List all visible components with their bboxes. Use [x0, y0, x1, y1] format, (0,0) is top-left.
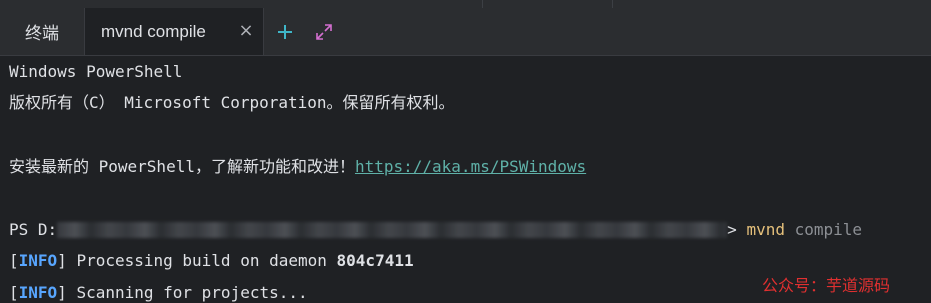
daemon-id: 804c7411	[336, 251, 414, 270]
processing-text: Processing build on daemon	[76, 251, 337, 270]
tab-mvnd-compile[interactable]: mvnd compile ×	[84, 8, 264, 55]
terminal-line-copyright: 版权所有（C） Microsoft Corporation。保留所有权利。	[9, 93, 455, 112]
top-strip	[0, 0, 931, 8]
tab-bar: 终端 mvnd compile ×	[0, 8, 931, 56]
terminal-line-processing: [INFO] Processing build on daemon 804c74…	[9, 251, 414, 270]
redacted-path	[57, 222, 728, 238]
terminal-line-install: 安装最新的 PowerShell，了解新功能和改进！https://aka.ms…	[9, 156, 586, 178]
command-name: mvnd	[746, 220, 785, 239]
tab-terminal-title[interactable]: 终端	[0, 8, 84, 55]
terminal-line-scanning: [INFO] Scanning for projects...	[9, 283, 308, 302]
terminal-output[interactable]: Windows PowerShell 版权所有（C） Microsoft Cor…	[0, 56, 931, 303]
scanning-text: Scanning for projects...	[76, 283, 308, 302]
info-tag: INFO	[18, 251, 58, 270]
command-arg: compile	[794, 220, 863, 239]
prompt-suffix: >	[727, 220, 747, 239]
info-tag: INFO	[18, 283, 58, 302]
close-icon[interactable]: ×	[235, 20, 257, 42]
watermark: 公众号：芋道源码	[762, 276, 891, 295]
install-text: 安装最新的 PowerShell，了解新功能和改进！	[9, 157, 355, 176]
terminal-line-title: Windows PowerShell	[9, 62, 183, 81]
plus-icon[interactable]	[273, 20, 297, 44]
terminal-line-prompt: PS D: > mvnd compile	[9, 219, 862, 241]
pswindows-link[interactable]: https://aka.ms/PSWindows	[355, 157, 586, 176]
expand-arrows-icon[interactable]	[312, 20, 336, 44]
prompt-prefix: PS D:	[9, 220, 58, 239]
tab-label: mvnd compile	[101, 21, 206, 41]
